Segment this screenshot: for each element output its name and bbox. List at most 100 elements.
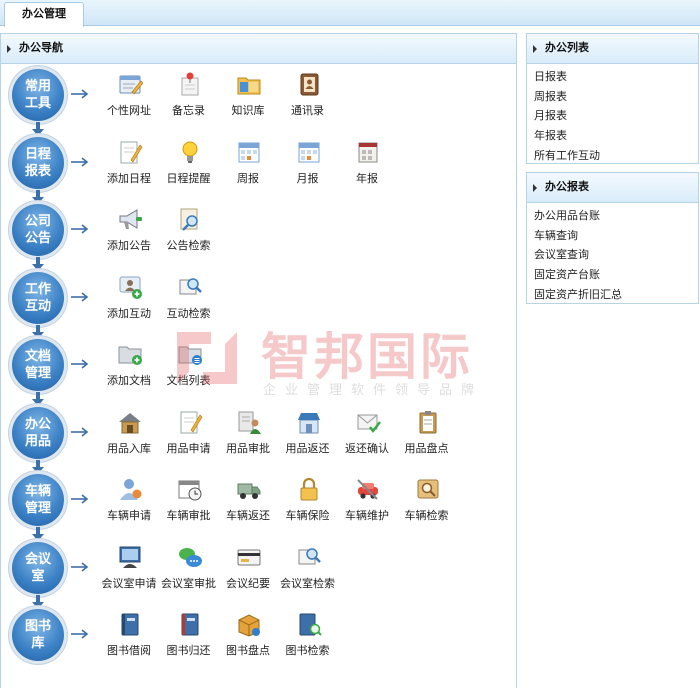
nav-item[interactable]: 文档列表 (159, 341, 219, 393)
nav-item[interactable]: 图书归还 (159, 611, 219, 663)
office-report-item[interactable]: 固定资产台账 (527, 265, 698, 285)
nav-item[interactable]: 年报 (337, 139, 397, 191)
nav-item[interactable]: 通讯录 (278, 71, 338, 123)
office-list-item[interactable]: 日报表 (527, 67, 698, 87)
office-report-item[interactable]: 办公用品台账 (527, 206, 698, 226)
nav-item-label: 图书检索 (285, 644, 330, 657)
nav-item[interactable]: 公告检索 (159, 206, 219, 258)
nav-item[interactable]: 用品申请 (159, 409, 219, 461)
nav-item[interactable]: 备忘录 (159, 71, 219, 123)
nav-item[interactable]: 用品返还 (278, 409, 338, 461)
nav-item[interactable]: 添加公告 (99, 206, 159, 258)
nav-item[interactable]: 车辆检索 (397, 476, 457, 528)
nav-item[interactable]: 图书检索 (278, 611, 338, 663)
nav-item[interactable]: 知识库 (218, 71, 278, 123)
nav-item[interactable]: 图书借阅 (99, 611, 159, 663)
category-label: 日程报表 (24, 146, 51, 179)
add-schedule-icon (120, 141, 143, 163)
nav-item[interactable]: 会议室审批 (159, 544, 219, 596)
monthly-report-icon (298, 142, 319, 162)
nav-item[interactable]: 车辆审批 (159, 476, 219, 528)
office-reports-panel: 办公报表 办公用品台账 车辆查询 会议室查询 固定资产台账 固定资产折旧汇总 (526, 172, 699, 304)
category-badge[interactable]: 办公用品 (12, 406, 64, 459)
nav-item[interactable]: 日程提醒 (159, 139, 219, 191)
nav-row: 会议室 会议室申请 会议室审批 会议纪要 会议室检索 (1, 536, 518, 609)
search-box-icon (417, 479, 438, 499)
nav-item-label: 通讯录 (291, 104, 324, 117)
nav-row: 图书库 图书借阅 图书归还 图书盘点 图书检索 (1, 603, 518, 669)
category-badge[interactable]: 工作互动 (12, 271, 64, 324)
nav-item[interactable]: 车辆维护 (337, 476, 397, 528)
office-reports-list: 办公用品台账 车辆查询 会议室查询 固定资产台账 固定资产折旧汇总 (527, 203, 698, 308)
apply-pen-icon (180, 411, 202, 433)
nav-item[interactable]: 添加文档 (99, 341, 159, 393)
nav-item[interactable]: 周报 (218, 139, 278, 191)
approval-document-icon (238, 411, 261, 434)
office-list-header: 办公列表 (527, 34, 698, 64)
office-nav-header: 办公导航 (1, 34, 516, 64)
office-report-item[interactable]: 固定资产折旧汇总 (527, 285, 698, 305)
category-badge[interactable]: 车辆管理 (12, 474, 64, 526)
tab-office-management[interactable]: 办公管理 (4, 2, 84, 27)
nav-item[interactable]: 会议室申请 (99, 544, 159, 596)
arrow-right-icon (71, 89, 89, 99)
nav-item-label: 年报 (356, 171, 378, 185)
nav-row: 日程报表 添加日程 日程提醒 周报 月报年报 (1, 131, 518, 204)
category-badge[interactable]: 文档管理 (12, 339, 64, 391)
meeting-monitor-icon (119, 546, 141, 568)
triangle-right-icon (533, 45, 537, 53)
folder-list-icon (178, 346, 202, 365)
office-list-item[interactable]: 月报表 (527, 106, 698, 126)
nav-item[interactable]: 用品盘点 (397, 409, 457, 461)
url-book-icon (119, 75, 143, 95)
nav-row: 车辆管理 车辆申请 车辆审批 车辆返还 车辆保险 车辆维护 车辆检索 (1, 468, 518, 541)
category-badge[interactable]: 图书库 (12, 609, 64, 661)
category-badge[interactable]: 会议室 (12, 541, 64, 594)
weekly-report-icon (238, 142, 260, 162)
office-report-item[interactable]: 会议室查询 (527, 245, 698, 265)
category-badge[interactable]: 公司公告 (12, 204, 64, 256)
category-badge[interactable]: 常用工具 (12, 69, 64, 121)
nav-item[interactable]: 车辆申请 (99, 476, 159, 528)
nav-row: 公司公告 添加公告 公告检索 (1, 198, 518, 271)
nav-item[interactable]: 会议纪要 (218, 544, 278, 596)
nav-row: 工作互动 添加互动 互动检索 (1, 266, 518, 339)
nav-item[interactable]: 图书盘点 (218, 611, 278, 663)
book-search-icon (299, 613, 322, 636)
nav-item[interactable]: 互动检索 (159, 274, 219, 326)
nav-item[interactable]: 会议室检索 (278, 544, 338, 596)
shop-return-icon (297, 412, 320, 433)
nav-item[interactable]: 添加互动 (99, 274, 159, 326)
office-nav-title: 办公导航 (19, 41, 63, 54)
nav-item[interactable]: 添加日程 (99, 139, 159, 191)
office-list-panel: 办公列表 日报表 周报表 月报表 年报表 所有工作互动 (526, 33, 699, 164)
nav-item[interactable]: 车辆返还 (218, 476, 278, 528)
box-inventory-icon (238, 614, 260, 637)
nav-item[interactable]: 用品审批 (218, 409, 278, 461)
clipboard-icon (419, 410, 436, 433)
office-list-item[interactable]: 年报表 (527, 126, 698, 146)
category-label: 常用工具 (24, 79, 51, 111)
category-label: 文档管理 (24, 349, 51, 381)
nav-item[interactable]: 车辆保险 (278, 476, 338, 528)
warehouse-icon (119, 412, 141, 433)
office-report-item[interactable]: 车辆查询 (527, 226, 698, 246)
nav-item[interactable]: 用品入库 (99, 409, 159, 461)
nav-item[interactable]: 返还确认 (337, 409, 397, 461)
arrow-right-icon (71, 629, 89, 639)
search-interaction-icon (179, 277, 202, 294)
category-badge[interactable]: 日程报表 (12, 136, 64, 189)
office-list-title: 办公列表 (545, 41, 589, 54)
triangle-right-icon (7, 45, 11, 53)
nav-item[interactable]: 月报 (278, 139, 338, 191)
office-list-item[interactable]: 周报表 (527, 87, 698, 107)
category-label: 图书库 (24, 619, 51, 651)
office-nav-panel: 办公导航 常用工具 个性网址 备忘录 知识库 通讯录日程报表 添加日程 日程提醒 周报 月报年报… (0, 33, 517, 688)
book-return-icon (181, 613, 198, 636)
category-label: 工作互动 (24, 281, 51, 314)
office-reports-title: 办公报表 (545, 180, 589, 193)
nav-item[interactable]: 个性网址 (99, 71, 159, 123)
nav-item-label: 车辆检索 (404, 509, 449, 522)
lock-icon (300, 477, 317, 501)
office-list-item[interactable]: 所有工作互动 (527, 146, 698, 166)
